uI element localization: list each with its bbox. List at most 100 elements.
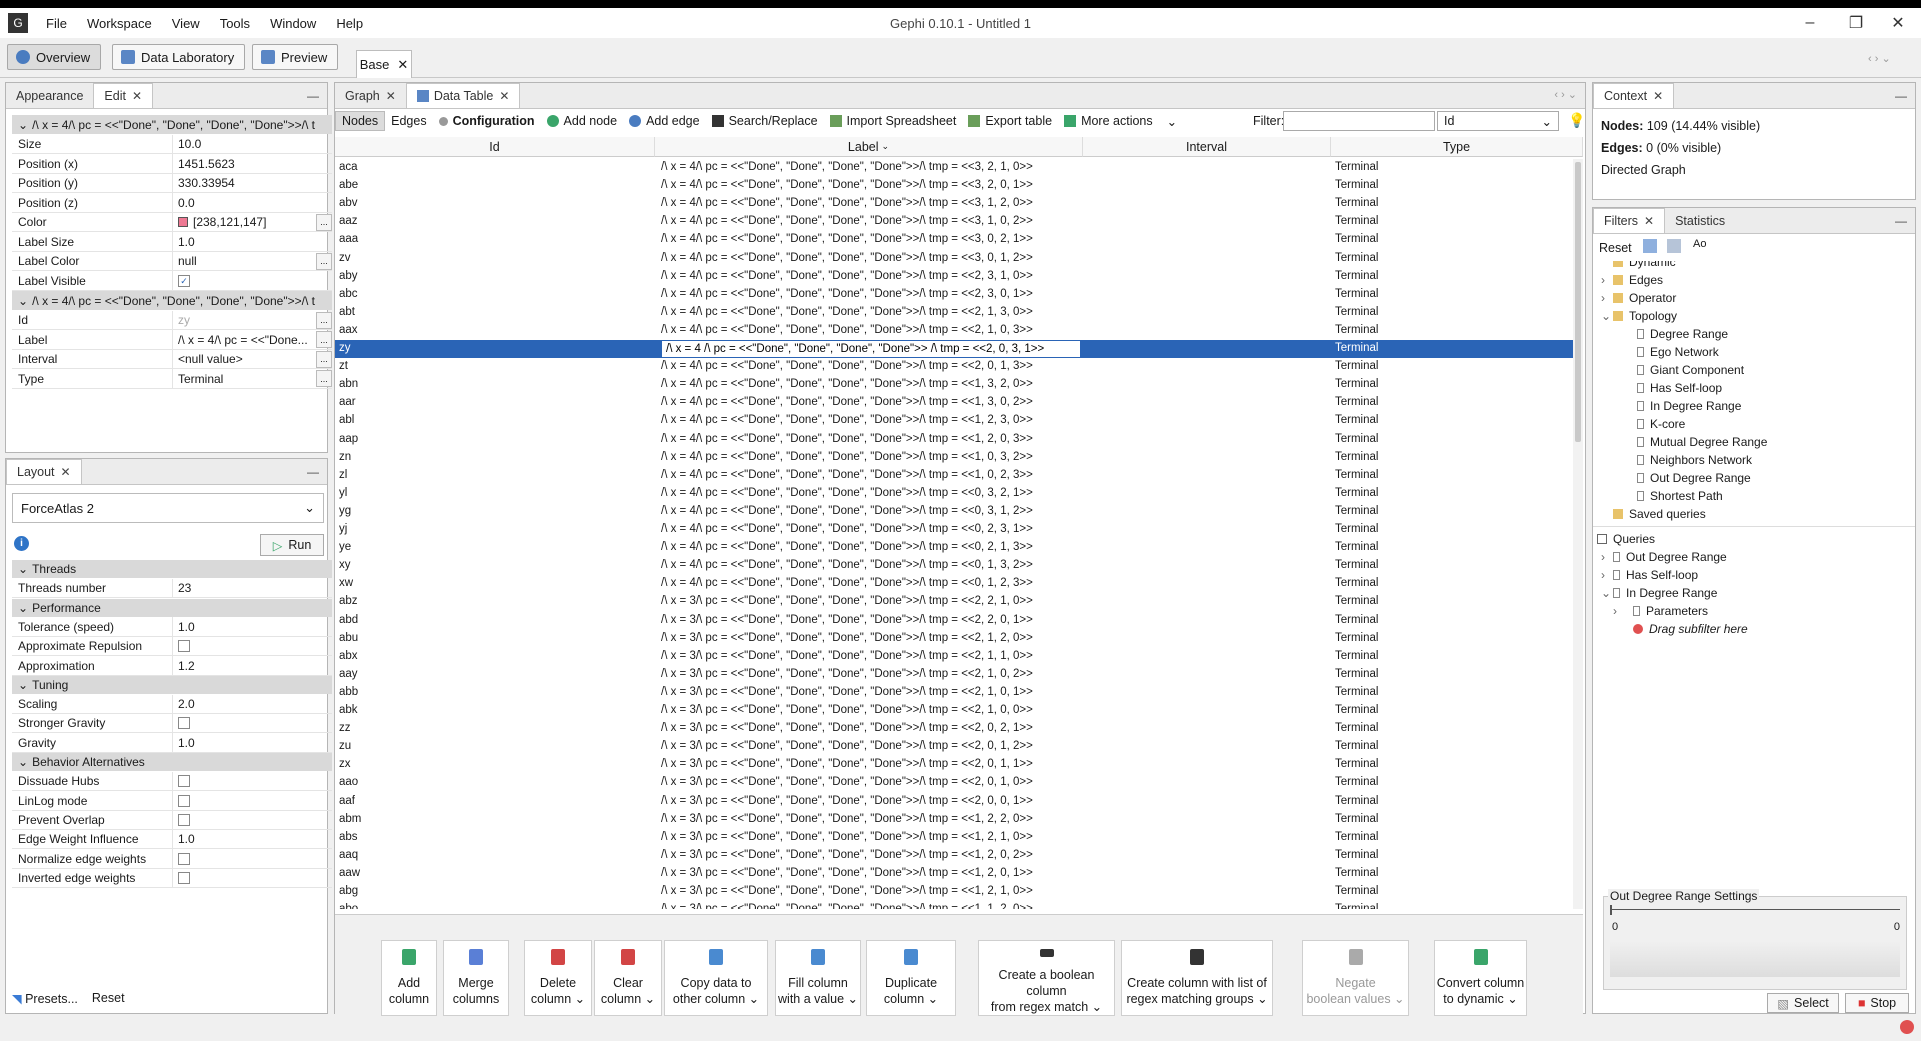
filter-category[interactable]: › Operator	[1601, 289, 1676, 307]
info-icon[interactable]: i	[14, 536, 29, 551]
filter-item[interactable]: K-core	[1613, 415, 1685, 433]
edit-button[interactable]: ...	[316, 311, 332, 329]
cell-type[interactable]: Terminal	[1335, 306, 1575, 318]
table-row[interactable]: aaz /\ x = 4/\ pc = <<"Done", "Done", "Do…	[335, 213, 1583, 231]
range-slider-handle[interactable]	[1610, 905, 1612, 915]
layout-param-dissuade-hubs[interactable]: Dissuade Hubs	[12, 771, 332, 792]
cell-label[interactable]: /\ x = 4/\ pc = <<"Done", "Done", "Done"…	[661, 179, 1081, 191]
cell-label[interactable]: /\ x = 3/\ pc = <<"Done", "Done", "Done"…	[661, 831, 1081, 843]
layout-param-approximation[interactable]: Approximation 1.2	[12, 656, 332, 676]
property-value[interactable]: null	[172, 251, 316, 271]
close-icon[interactable]: ✕	[386, 89, 396, 103]
menu-view[interactable]: View	[162, 16, 210, 31]
query-item[interactable]: › Has Self-loop	[1601, 566, 1698, 584]
expand-icon[interactable]: ›	[1613, 604, 1625, 618]
property-value[interactable]: 10.0	[172, 134, 332, 154]
filter-category[interactable]: › Edges	[1601, 271, 1663, 289]
table-row[interactable]: zz /\ x = 3/\ pc = <<"Done", "Done", "Don…	[335, 720, 1583, 738]
cell-label[interactable]: /\ x = 4/\ pc = <<"Done", "Done", "Done"…	[661, 197, 1081, 209]
table-row[interactable]: aca /\ x = 4/\ pc = <<"Done", "Done", "Do…	[335, 159, 1583, 177]
cell-label[interactable]: /\ x = 4/\ pc = <<"Done", "Done", "Done"…	[661, 523, 1081, 535]
cell-label[interactable]: /\ x = 3/\ pc = <<"Done", "Done", "Done"…	[661, 632, 1081, 644]
table-row[interactable]: abx /\ x = 3/\ pc = <<"Done", "Done", "Do…	[335, 648, 1583, 666]
table-row[interactable]: zl /\ x = 4/\ pc = <<"Done", "Done", "Don…	[335, 467, 1583, 485]
cell-id[interactable]: abv	[339, 197, 639, 209]
edit-button[interactable]: ...	[316, 350, 332, 368]
cell-type[interactable]: Terminal	[1335, 632, 1575, 644]
param-value[interactable]: 1.0	[172, 617, 332, 637]
property-value[interactable]: 330.33954	[172, 173, 332, 193]
cell-id[interactable]: aaa	[339, 233, 639, 245]
property-row-label[interactable]: Label /\ x = 4/\ pc = <<"Done......	[12, 330, 332, 350]
cell-id[interactable]: aaw	[339, 867, 639, 879]
tab-graph[interactable]: Graph ✕	[335, 84, 406, 108]
expand-icon[interactable]: ›	[1601, 291, 1613, 305]
cell-label[interactable]: /\ x = 3/\ pc = <<"Done", "Done", "Done"…	[661, 704, 1081, 716]
cell-label[interactable]: /\ x = 3/\ pc = <<"Done", "Done", "Done"…	[661, 668, 1081, 680]
cell-id[interactable]: aar	[339, 396, 639, 408]
cell-id[interactable]: abz	[339, 595, 639, 607]
workspace-tab-base[interactable]: Base ✕	[356, 50, 412, 78]
cell-type[interactable]: Terminal	[1335, 252, 1575, 264]
close-icon[interactable]: ✕	[1653, 89, 1663, 103]
property-row-label-color[interactable]: Label Color null...	[12, 251, 332, 271]
edit-button[interactable]: ...	[316, 331, 332, 348]
cell-type[interactable]: Terminal	[1335, 523, 1575, 535]
cell-id[interactable]: abn	[339, 378, 639, 390]
select-button[interactable]: ▧ Select	[1767, 993, 1839, 1013]
param-value[interactable]	[172, 713, 332, 733]
queries-root[interactable]: Queries	[1597, 530, 1655, 548]
label-visible-checkbox[interactable]: ✓	[178, 274, 190, 287]
layout-algorithm-select[interactable]: ForceAtlas 2 ⌄	[12, 493, 324, 523]
cell-label[interactable]: /\ x = 4/\ pc = <<"Done", "Done", "Done"…	[661, 233, 1081, 245]
layout-param-edge-weight-influence[interactable]: Edge Weight Influence 1.0	[12, 829, 332, 850]
cell-id[interactable]: yl	[339, 487, 639, 499]
cell-type[interactable]: Terminal	[1335, 360, 1575, 372]
close-icon[interactable]: ✕	[132, 89, 142, 103]
cell-type[interactable]: Terminal	[1335, 758, 1575, 770]
table-row[interactable]: abc /\ x = 4/\ pc = <<"Done", "Done", "Do…	[335, 286, 1583, 304]
expand-icon[interactable]: ⌄	[1601, 309, 1613, 323]
table-scrollbar[interactable]	[1573, 159, 1583, 909]
column-action-button-duplicate[interactable]: Duplicate column ⌄	[866, 940, 956, 1016]
expand-icon[interactable]: ›	[1601, 550, 1613, 564]
column-action-button-convert-column[interactable]: Convert column to dynamic ⌄	[1434, 940, 1527, 1016]
cell-label[interactable]: /\ x = 3/\ pc = <<"Done", "Done", "Done"…	[661, 722, 1081, 734]
cell-id[interactable]: abt	[339, 306, 639, 318]
preview-button[interactable]: Preview	[252, 44, 339, 70]
cell-label[interactable]: /\ x = 3/\ pc = <<"Done", "Done", "Done"…	[661, 614, 1081, 626]
cell-id[interactable]: aby	[339, 270, 639, 282]
cell-label[interactable]: /\ x = 3/\ pc = <<"Done", "Done", "Done"…	[661, 885, 1081, 897]
cell-label[interactable]: /\ x = 4/\ pc = <<"Done", "Done", "Done"…	[661, 451, 1081, 463]
cell-type[interactable]: Terminal	[1335, 722, 1575, 734]
table-row[interactable]: aap /\ x = 4/\ pc = <<"Done", "Done", "Do…	[335, 431, 1583, 449]
lightbulb-icon[interactable]: 💡	[1568, 112, 1585, 129]
cell-type[interactable]: Terminal	[1335, 378, 1575, 390]
cell-label[interactable]: /\ x = 3/\ pc = <<"Done", "Done", "Done"…	[661, 686, 1081, 698]
filter-category[interactable]: ⌄ Topology	[1601, 307, 1677, 325]
cell-id[interactable]: zz	[339, 722, 639, 734]
table-row[interactable]: aaa /\ x = 4/\ pc = <<"Done", "Done", "Do…	[335, 231, 1583, 249]
minimize-panel-button[interactable]: —	[307, 89, 319, 103]
query-item[interactable]: › Out Degree Range	[1601, 548, 1727, 566]
param-checkbox[interactable]	[178, 794, 190, 807]
cell-id[interactable]: abu	[339, 632, 639, 644]
nodes-toggle[interactable]: Nodes	[335, 111, 386, 131]
property-value[interactable]: ✓	[172, 271, 332, 290]
cell-label[interactable]: /\ x = 4/\ pc = <<"Done", "Done", "Done"…	[661, 505, 1081, 517]
param-value[interactable]	[172, 636, 332, 656]
expand-icon[interactable]: ›	[1601, 568, 1613, 582]
minimize-panel-button[interactable]: —	[307, 465, 319, 479]
filter-item[interactable]: Shortest Path	[1613, 487, 1723, 505]
filter-item[interactable]: Out Degree Range	[1613, 469, 1751, 487]
cell-id[interactable]: aaq	[339, 849, 639, 861]
table-row[interactable]: abb /\ x = 3/\ pc = <<"Done", "Done", "Do…	[335, 684, 1583, 702]
filter-item[interactable]: Has Self-loop	[1613, 379, 1722, 397]
cell-label[interactable]: /\ x = 4/\ pc = <<"Done", "Done", "Done"…	[661, 161, 1081, 173]
cell-type[interactable]: Terminal	[1335, 668, 1575, 680]
filter-item[interactable]: In Degree Range	[1613, 397, 1741, 415]
table-row[interactable]: ye /\ x = 4/\ pc = <<"Done", "Done", "Don…	[335, 539, 1583, 557]
filter-category[interactable]: Saved queries	[1601, 505, 1706, 523]
table-row[interactable]: zn /\ x = 4/\ pc = <<"Done", "Done", "Don…	[335, 449, 1583, 467]
cell-id[interactable]: zn	[339, 451, 639, 463]
